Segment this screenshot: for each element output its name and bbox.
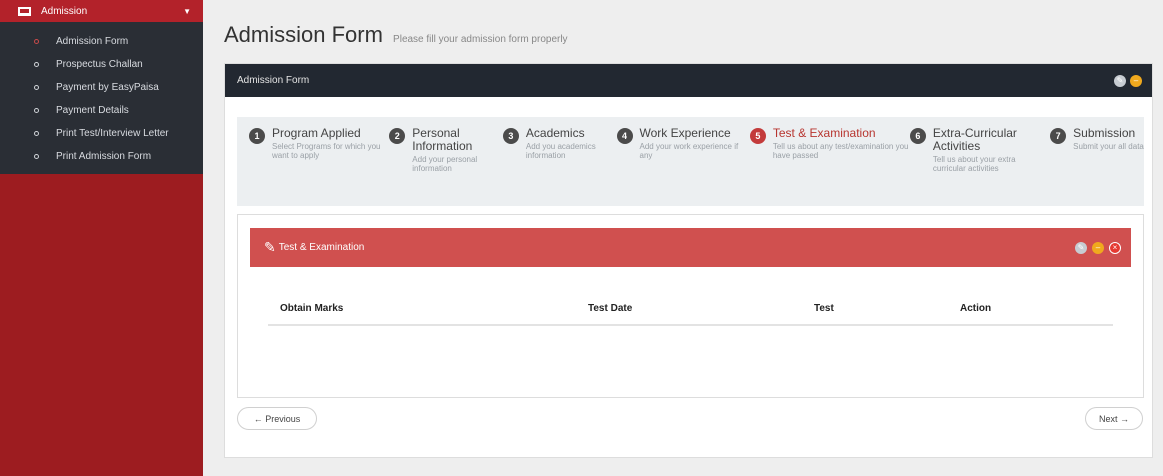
step-number: 6 — [909, 128, 926, 144]
step-description: Add you academics information — [525, 142, 596, 160]
previous-button[interactable]: ← Previous — [237, 407, 317, 430]
main-content: Admission Form Please fill your admissio… — [203, 0, 1163, 476]
step-number: 7 — [1050, 128, 1067, 144]
column-header-obtain-marks: Obtain Marks — [268, 297, 576, 326]
circle-icon — [34, 108, 39, 113]
circle-icon — [34, 85, 39, 90]
sidebar-section-label: Admission — [41, 5, 88, 17]
settings-icon[interactable]: ✎ — [1114, 74, 1126, 87]
sidebar-item-prospectus-challan[interactable]: Prospectus Challan — [0, 53, 203, 76]
test-table: Obtain Marks Test Date Test Action — [268, 297, 1113, 326]
settings-icon[interactable]: ✎ — [1075, 241, 1087, 254]
sidebar-item-label: Print Test/Interview Letter — [56, 128, 169, 139]
step-extra-curricular[interactable]: 6 Extra-Curricular Activities Tell us ab… — [909, 126, 1050, 206]
sidebar-section-admission[interactable]: Admission ▼ — [0, 0, 203, 22]
sidebar-item-label: Payment Details — [56, 105, 129, 116]
sidebar: Admission ▼ Admission Form Prospectus Ch… — [0, 0, 203, 476]
step-test-examination[interactable]: 5 Test & Examination Tell us about any t… — [749, 126, 910, 206]
page-subtitle: Please fill your admission form properly — [393, 34, 568, 45]
wizard-steps: 1 Program Applied Select Programs for wh… — [237, 117, 1144, 206]
circle-icon — [34, 39, 39, 44]
step-description: Tell us about your extra curricular acti… — [932, 155, 1016, 173]
collapse-icon[interactable]: – — [1092, 241, 1104, 254]
page-title-text: Admission Form — [224, 22, 383, 47]
collapse-icon[interactable]: – — [1130, 74, 1142, 87]
column-header-test: Test — [802, 297, 948, 326]
step-title: Test & Examination — [772, 126, 876, 140]
step-submission[interactable]: 7 Submission Submit your all data — [1050, 127, 1144, 206]
sidebar-item-label: Admission Form — [56, 36, 129, 47]
step-academics[interactable]: 3 Academics Add you academics informatio… — [502, 126, 617, 206]
test-examination-panel: ✎ Test & Examination ✎ – × Obtain Marks … — [237, 214, 1144, 398]
sidebar-submenu: Admission Form Prospectus Challan Paymen… — [0, 22, 203, 174]
sidebar-item-label: Payment by EasyPaisa — [56, 82, 159, 93]
widget-header: Admission Form ✎ – — [225, 64, 1152, 97]
section-tools: ✎ – × — [1075, 241, 1121, 254]
step-title: Personal Information — [412, 126, 473, 153]
column-header-test-date: Test Date — [576, 297, 802, 326]
widget-title: Admission Form — [237, 75, 310, 86]
step-title: Program Applied — [272, 126, 361, 140]
sidebar-item-print-test-letter[interactable]: Print Test/Interview Letter — [0, 122, 203, 145]
admission-form-widget: Admission Form ✎ – 1 Program Applied Sel… — [224, 63, 1153, 458]
step-title: Extra-Curricular Activities — [932, 126, 1017, 153]
step-description: Submit your all data — [1073, 142, 1144, 151]
sidebar-item-label: Print Admission Form — [56, 151, 152, 162]
step-program-applied[interactable]: 1 Program Applied Select Programs for wh… — [249, 127, 389, 206]
page-title: Admission Form Please fill your admissio… — [224, 22, 568, 48]
step-personal-information[interactable]: 2 Personal Information Add your personal… — [389, 127, 503, 206]
table-header-row: Obtain Marks Test Date Test Action — [268, 297, 1113, 326]
column-header-action: Action — [948, 297, 1113, 326]
monitor-icon — [18, 6, 31, 16]
circle-icon — [34, 154, 39, 159]
section-header: ✎ Test & Examination ✎ – × — [250, 228, 1131, 267]
step-description: Add your work experience if any — [639, 142, 739, 160]
next-button[interactable]: Next → — [1085, 407, 1143, 430]
step-title: Submission — [1073, 126, 1136, 140]
step-title: Academics — [525, 126, 585, 140]
sidebar-item-payment-easypaisa[interactable]: Payment by EasyPaisa — [0, 76, 203, 99]
section-title: Test & Examination — [278, 242, 365, 253]
step-description: Add your personal information — [412, 155, 478, 173]
step-number: 4 — [616, 128, 633, 144]
sidebar-item-label: Prospectus Challan — [56, 59, 143, 70]
close-icon[interactable]: × — [1109, 241, 1121, 254]
sidebar-item-admission-form[interactable]: Admission Form — [0, 30, 203, 53]
sidebar-item-print-admission-form[interactable]: Print Admission Form — [0, 145, 203, 168]
step-description: Tell us about any test/examination you h… — [772, 142, 909, 160]
step-work-experience[interactable]: 4 Work Experience Add your work experien… — [616, 126, 750, 206]
step-number: 2 — [389, 128, 406, 144]
pencil-icon: ✎ — [264, 239, 276, 255]
step-number: 1 — [249, 128, 265, 144]
step-number: 5 — [749, 128, 766, 144]
step-title: Work Experience — [639, 126, 731, 140]
sidebar-item-payment-details[interactable]: Payment Details — [0, 99, 203, 122]
circle-icon — [34, 62, 39, 67]
step-number: 3 — [502, 128, 519, 144]
caret-down-icon: ▼ — [183, 6, 191, 16]
widget-tools: ✎ – — [1114, 74, 1142, 87]
step-description: Select Programs for which you want to ap… — [272, 142, 381, 160]
circle-icon — [34, 131, 39, 136]
